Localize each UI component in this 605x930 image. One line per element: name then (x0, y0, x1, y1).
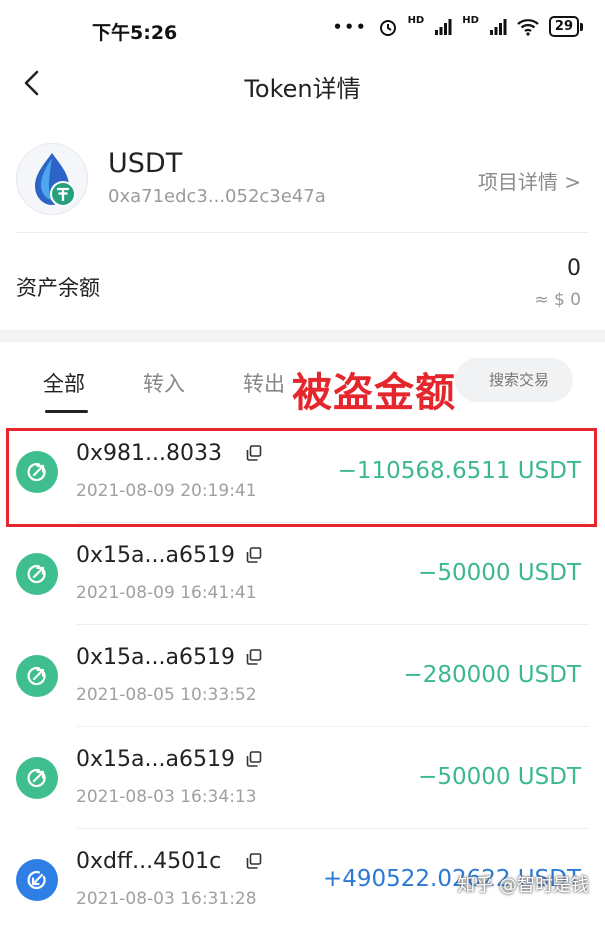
tx-hash: 0x15a...a6519 (76, 645, 235, 670)
copy-icon[interactable] (246, 649, 262, 665)
tx-amount: −280000 USDT (403, 662, 581, 688)
tx-amount: −110568.6511 USDT (337, 458, 581, 484)
search-input[interactable] (455, 358, 573, 402)
tab-all[interactable]: 全部 (43, 368, 85, 398)
watermark: 知乎 @智时是钱 (457, 875, 589, 896)
signal-hd-label: HD (407, 15, 425, 26)
page-title: Token详情 (244, 75, 361, 103)
more-dots-icon: ••• (332, 17, 368, 36)
status-icons: ••• HD HD 29 (332, 15, 584, 37)
copy-icon[interactable] (246, 751, 262, 767)
transaction-list: 0x981...8033 2021-08-09 20:19:41 −110568… (0, 420, 605, 930)
active-tab-indicator (45, 410, 88, 413)
token-name: USDT (108, 148, 183, 179)
token-logo (16, 143, 88, 215)
tx-hash: 0xdff...4501c (76, 849, 222, 874)
wifi-icon (517, 18, 539, 36)
signal-hd-label-2: HD (462, 15, 479, 26)
nav-bar: Token详情 (0, 56, 605, 116)
token-header: USDT 0xa71edc3...052c3e47a 项目详情 > (0, 138, 605, 232)
asset-fiat-value: ≈ $ 0 (534, 290, 581, 310)
outgoing-transfer-icon (16, 655, 58, 697)
tx-hash: 0x981...8033 (76, 441, 222, 466)
tx-amount: −50000 USDT (418, 764, 581, 790)
status-bar: 下午5:26 ••• HD HD 29 (0, 0, 605, 56)
incoming-transfer-icon (16, 859, 58, 901)
tab-incoming[interactable]: 转入 (143, 368, 185, 398)
transaction-row[interactable]: 0x15a...a6519 2021-08-05 10:33:52 −28000… (0, 624, 605, 726)
tx-time: 2021-08-03 16:31:28 (76, 889, 257, 909)
asset-balance-label: 资产余额 (16, 276, 100, 300)
status-time: 下午5:26 (92, 22, 178, 44)
transaction-row[interactable]: 0x15a...a6519 2021-08-09 16:41:41 −50000… (0, 522, 605, 624)
copy-icon[interactable] (246, 547, 262, 563)
outgoing-transfer-icon (16, 553, 58, 595)
stolen-amount-annotation: 被盗金额 (292, 370, 456, 416)
tab-outgoing[interactable]: 转出 (243, 368, 285, 398)
battery-icon: 29 (548, 16, 584, 37)
outgoing-transfer-icon (16, 451, 58, 493)
tx-time: 2021-08-09 16:41:41 (76, 583, 257, 603)
section-gap (0, 330, 605, 342)
transaction-row[interactable]: 0x981...8033 2021-08-09 20:19:41 −110568… (0, 420, 605, 522)
divider (16, 232, 589, 233)
signal-icon (435, 18, 452, 35)
tx-hash: 0x15a...a6519 (76, 747, 235, 772)
copy-icon[interactable] (246, 445, 262, 461)
asset-balance-value: 0 (567, 256, 581, 281)
tx-hash: 0x15a...a6519 (76, 543, 235, 568)
tether-drop-icon (35, 153, 76, 207)
signal-icon-2 (489, 18, 507, 35)
transaction-row[interactable]: 0x15a...a6519 2021-08-03 16:34:13 −50000… (0, 726, 605, 828)
tx-time: 2021-08-09 20:19:41 (76, 481, 257, 501)
asset-balance-section: 资产余额 0 ≈ $ 0 (0, 240, 605, 330)
tx-time: 2021-08-05 10:33:52 (76, 685, 257, 705)
outgoing-transfer-icon (16, 757, 58, 799)
tx-amount: −50000 USDT (418, 560, 581, 586)
copy-icon[interactable] (246, 853, 262, 869)
token-contract-address[interactable]: 0xa71edc3...052c3e47a (108, 186, 326, 207)
alarm-icon (379, 19, 396, 36)
project-details-link[interactable]: 项目详情 > (478, 166, 581, 195)
tx-time: 2021-08-03 16:34:13 (76, 787, 257, 807)
